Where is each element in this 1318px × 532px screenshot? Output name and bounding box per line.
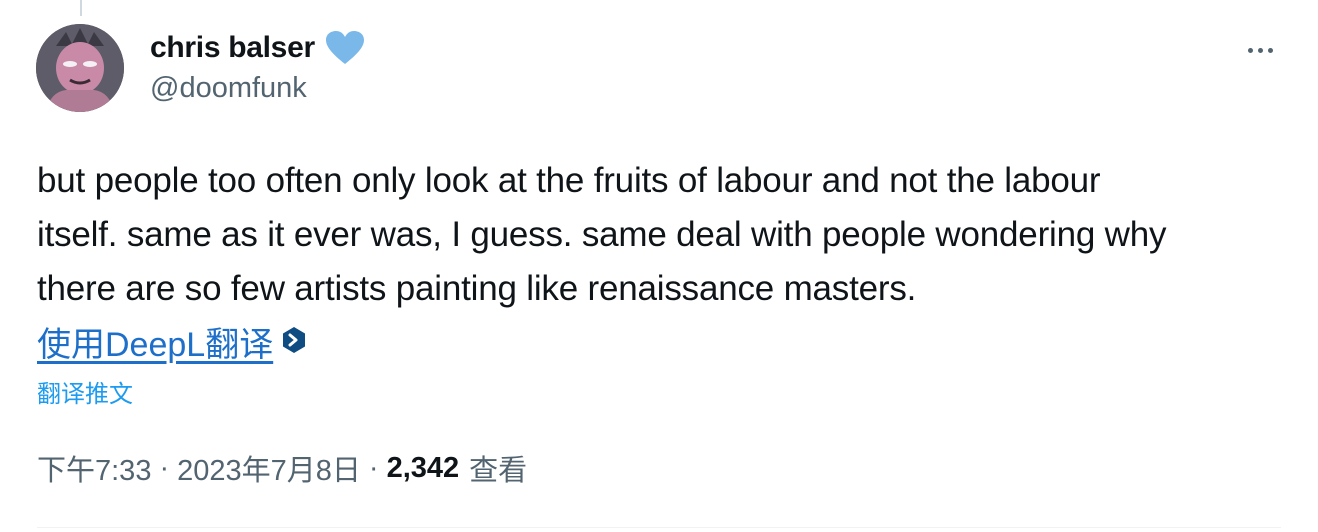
deepl-translate-link[interactable]: 使用DeepL翻译 bbox=[37, 317, 273, 366]
meta-separator: · bbox=[368, 451, 379, 484]
tweet-time[interactable]: 下午7:33 bbox=[37, 447, 151, 489]
tweet-meta: 下午7:33 · 2023年7月8日 · 2,342 查看 bbox=[37, 448, 527, 488]
avatar[interactable] bbox=[36, 24, 124, 112]
meta-separator: · bbox=[159, 451, 170, 484]
tweet-date[interactable]: 2023年7月8日 bbox=[177, 447, 361, 489]
author-name-row: chris balser bbox=[150, 28, 365, 68]
thread-connector-line bbox=[80, 0, 82, 16]
author-display-name[interactable]: chris balser bbox=[150, 31, 315, 65]
deepl-icon[interactable] bbox=[279, 325, 309, 355]
views-label: 查看 bbox=[469, 455, 528, 487]
tweet-text-line: itself. same as it ever was, I guess. sa… bbox=[37, 215, 1167, 254]
tweet-text-line: but people too often only look at the fr… bbox=[37, 161, 1101, 200]
tweet-text-line: there are so few artists painting like r… bbox=[37, 269, 917, 308]
more-icon bbox=[1247, 47, 1253, 53]
translate-post-link[interactable]: 翻译推文 bbox=[37, 374, 133, 409]
more-button[interactable] bbox=[1240, 30, 1280, 70]
author-handle[interactable]: @doomfunk bbox=[150, 72, 307, 105]
tweet-text: but people too often only look at the fr… bbox=[37, 154, 1297, 316]
tweet-card: chris balser @doomfunk but people too of… bbox=[0, 0, 1318, 532]
divider bbox=[37, 527, 1281, 528]
heart-icon bbox=[325, 30, 365, 66]
views-count: 2,342 bbox=[386, 451, 460, 484]
deepl-translate-row: 使用DeepL翻译 bbox=[37, 316, 309, 366]
